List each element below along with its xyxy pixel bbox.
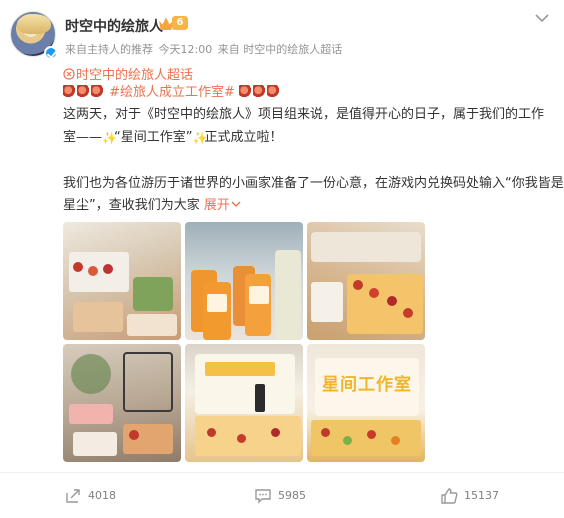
sparkle-emoji-icon: ✨ [102, 131, 117, 145]
post-via[interactable]: 来自 时空中的绘旅人超话 [218, 43, 343, 56]
chevron-down-icon [231, 201, 241, 207]
text-segment: 星尘”，查收我们为大家 [63, 198, 200, 213]
action-bar: 4018 5985 15137 [0, 472, 564, 518]
thumbs-up-icon [441, 488, 458, 504]
comment-icon [255, 489, 271, 504]
crown-icon [159, 17, 173, 30]
hashtag-link[interactable]: #绘旅人成立工作室# [109, 85, 235, 100]
expand-label: 展开 [203, 198, 230, 213]
image-grid: 星间工作室 [63, 222, 426, 462]
share-count: 4018 [88, 489, 116, 502]
weibo-post-card: 时空中的绘旅人 6 来自主持人的推荐 今天12:00 来自 时空中的绘旅人超话 … [0, 0, 564, 518]
comment-count: 5985 [278, 489, 306, 502]
chevron-down-icon[interactable] [534, 12, 550, 24]
text-segment: 正式成立啦！ [204, 130, 283, 145]
share-icon [66, 489, 80, 503]
supertopic-link[interactable]: 时空中的绘旅人超话 [63, 64, 193, 83]
vip-level: 6 [172, 16, 188, 30]
hashtag-line: #绘旅人成立工作室# [63, 82, 281, 103]
supertopic-icon [63, 68, 75, 80]
post-text-line-2: 室——✨“星间工作室”✨正式成立啦！ [63, 127, 283, 148]
cake-text: 星间工作室 [322, 375, 412, 395]
post-image-5[interactable] [185, 344, 303, 462]
party-emoji-icon [267, 85, 281, 98]
vip-badge[interactable]: 6 [159, 14, 189, 32]
post-text-line-4: 星尘”，查收我们为大家 展开 [63, 195, 241, 216]
text-segment: 室—— [63, 130, 103, 145]
verified-badge-icon [44, 46, 58, 60]
post-image-3[interactable] [307, 222, 425, 340]
party-emoji-icon [63, 85, 76, 98]
post-image-4[interactable] [63, 344, 181, 462]
supertopic-label: 时空中的绘旅人超话 [76, 68, 194, 83]
post-image-2[interactable] [185, 222, 303, 340]
party-emoji-icon [239, 85, 253, 98]
post-text-line-3: 我们也为各位游历于诸世界的小画家准备了一份心意，在游戏内兑换码处输入“你我皆是 [63, 176, 564, 191]
post-time[interactable]: 今天12:00 [159, 43, 213, 56]
post-source: 来自主持人的推荐 [65, 43, 153, 56]
post-image-6[interactable]: 星间工作室 [307, 344, 425, 462]
party-emoji-icon [91, 85, 104, 98]
post-meta: 来自主持人的推荐 今天12:00 来自 时空中的绘旅人超话 [65, 41, 344, 57]
post-text-line-1: 这两天，对于《时空中的绘旅人》项目组来说，是值得开心的日子，属于我们的工作 [63, 107, 545, 122]
expand-link[interactable]: 展开 [204, 198, 241, 213]
like-count: 15137 [464, 489, 499, 502]
post-image-1[interactable] [63, 222, 181, 340]
author-name[interactable]: 时空中的绘旅人 [65, 16, 163, 36]
sparkle-emoji-icon: ✨ [192, 131, 208, 145]
studio-name: “星间工作室” [114, 130, 193, 145]
party-emoji-icon [253, 85, 267, 98]
party-emoji-icon [77, 85, 90, 98]
